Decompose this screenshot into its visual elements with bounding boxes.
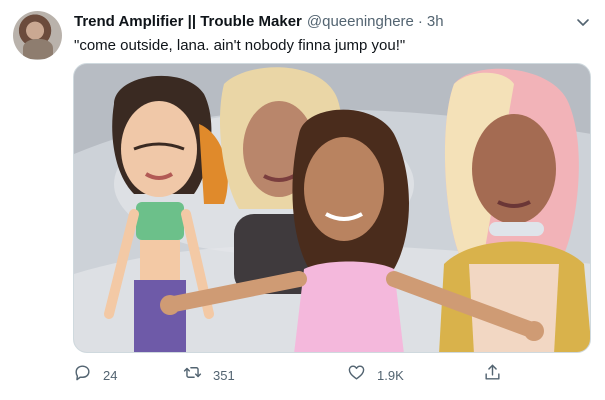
retweet-icon: [183, 363, 202, 387]
share-icon: [483, 363, 502, 387]
heart-icon: [347, 363, 366, 387]
reply-count: 24: [103, 367, 118, 383]
reply-icon: [73, 363, 92, 387]
tweet-text: "come outside, lana. ain't nobody finna …: [74, 37, 406, 54]
reply-button[interactable]: 24: [73, 362, 117, 388]
user-handle[interactable]: @queeninghere: [307, 13, 414, 30]
avatar[interactable]: [13, 11, 62, 60]
tweet[interactable]: Trend Amplifier || Trouble Maker @queeni…: [0, 0, 605, 400]
separator-dot: ·: [417, 12, 423, 30]
like-button[interactable]: 1.9K: [347, 362, 404, 388]
timestamp[interactable]: 3h: [427, 13, 444, 30]
retweet-count: 351: [213, 367, 235, 383]
action-bar: 24 351 1.9K: [73, 362, 591, 388]
tweet-media[interactable]: [73, 63, 591, 353]
like-count: 1.9K: [377, 367, 404, 383]
tweet-header: Trend Amplifier || Trouble Maker @queeni…: [74, 11, 444, 31]
display-name[interactable]: Trend Amplifier || Trouble Maker: [74, 13, 302, 30]
meme-image: [74, 64, 590, 352]
share-button[interactable]: [483, 362, 502, 388]
retweet-button[interactable]: 351: [183, 362, 235, 388]
chevron-down-icon[interactable]: [575, 14, 591, 30]
